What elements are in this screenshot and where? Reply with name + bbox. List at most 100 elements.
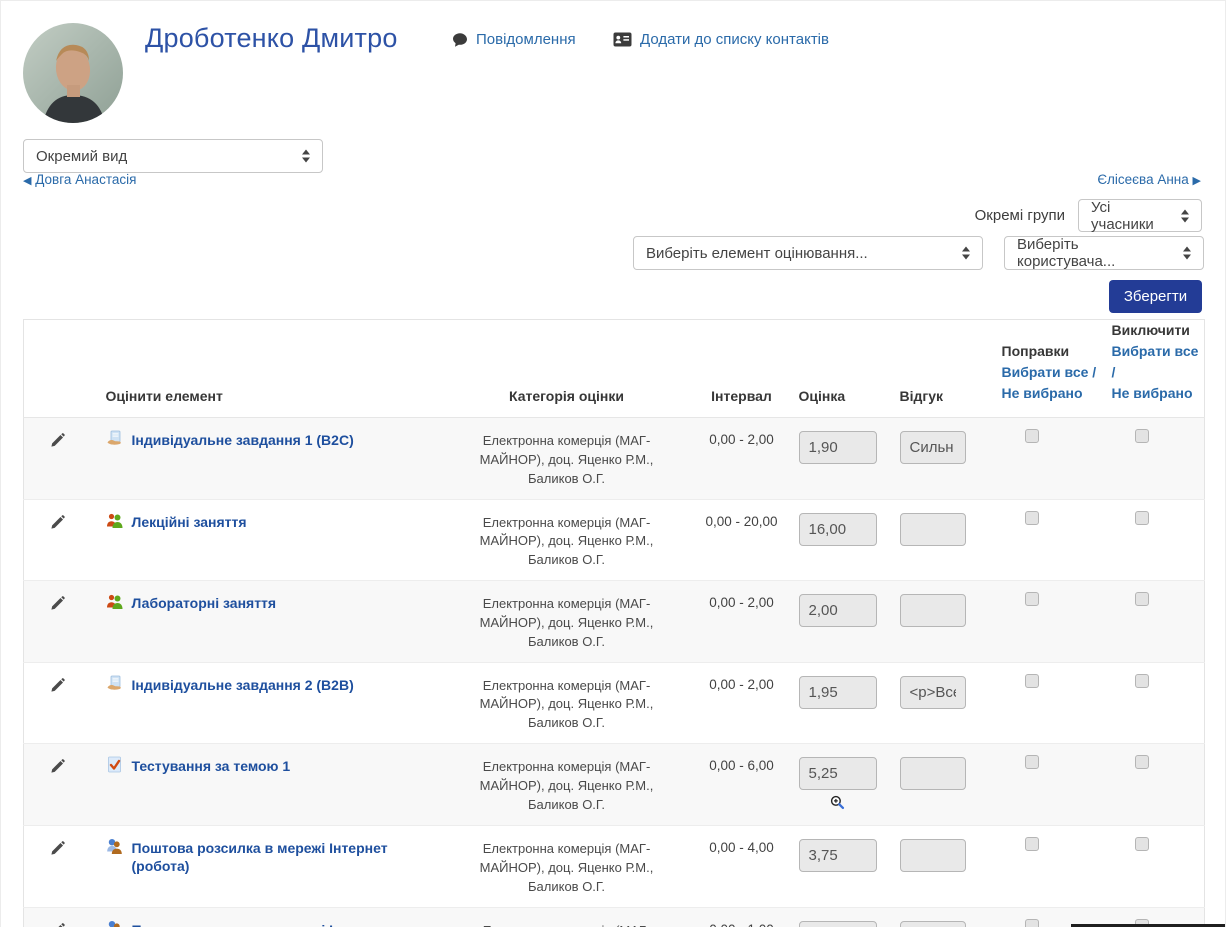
add-contact-link-label: Додати до списку контактів	[640, 31, 829, 48]
edit-grade-icon[interactable]	[50, 759, 65, 779]
exclude-checkbox[interactable]	[1135, 592, 1149, 606]
grade-input[interactable]	[799, 839, 877, 872]
workshop-icon	[106, 920, 123, 927]
override-checkbox[interactable]	[1025, 674, 1039, 688]
assignment-icon	[106, 675, 123, 692]
grade-input[interactable]	[799, 594, 877, 627]
prev-user-link[interactable]: ◀ Довга Анастасія	[23, 172, 136, 187]
header-feedback: Відгук	[897, 320, 992, 418]
category-text: Електронна комерція (МАГ-МАЙНОР), доц. Я…	[471, 757, 663, 815]
range-value: 0,00 - 2,00	[709, 432, 774, 447]
exclude-checkbox[interactable]	[1135, 674, 1149, 688]
category-text: Електронна комерція (МАГ-МАЙНОР), доц. Я…	[471, 921, 663, 927]
edit-grade-icon[interactable]	[50, 515, 65, 535]
grade-table: Оцінити елемент Категорія оцінки Інтерва…	[23, 319, 1205, 927]
user-select-value: Виберіть користувача...	[1017, 236, 1173, 270]
category-text: Електронна комерція (МАГ-МАЙНОР), доц. Я…	[471, 594, 663, 652]
exclude-select-none-link[interactable]: Не вибрано	[1112, 383, 1205, 404]
edit-grade-icon[interactable]	[50, 433, 65, 453]
category-text: Електронна комерція (МАГ-МАЙНОР), доц. Я…	[471, 513, 663, 571]
user-select[interactable]: Виберіть користувача...	[1004, 236, 1204, 270]
edit-grade-icon[interactable]	[50, 678, 65, 698]
prev-arrow-icon: ◀	[23, 175, 31, 187]
category-text: Електронна комерція (МАГ-МАЙНОР), доц. Я…	[471, 839, 663, 897]
quiz-icon	[106, 756, 123, 773]
item-link[interactable]: Індивідуальне завдання 2 (B2B)	[132, 676, 354, 694]
grade-input[interactable]	[799, 921, 877, 927]
exclude-select-all-link[interactable]: Вибрати все /	[1112, 341, 1205, 383]
header-edit	[24, 320, 92, 418]
message-link-label: Повідомлення	[476, 31, 576, 48]
category-text: Електронна комерція (МАГ-МАЙНОР), доц. Я…	[471, 431, 663, 489]
grade-input[interactable]	[799, 757, 877, 790]
override-checkbox[interactable]	[1025, 755, 1039, 769]
groups-label: Окремі групи	[975, 207, 1065, 224]
feedback-input[interactable]	[900, 594, 966, 627]
exclude-checkbox[interactable]	[1135, 511, 1149, 525]
feedback-input[interactable]	[900, 431, 966, 464]
feedback-input[interactable]	[900, 676, 966, 709]
exclude-label: Виключити	[1112, 322, 1190, 338]
feedback-input[interactable]	[900, 757, 966, 790]
add-contact-link[interactable]: Додати до списку контактів	[613, 31, 829, 48]
range-value: 0,00 - 6,00	[709, 758, 774, 773]
table-row: Поштова розсилка в мережі Інтернет (оцін…	[24, 907, 1205, 927]
override-checkbox[interactable]	[1025, 919, 1039, 927]
exclude-checkbox[interactable]	[1135, 429, 1149, 443]
avatar	[23, 23, 123, 123]
feedback-input[interactable]	[900, 839, 966, 872]
grade-input[interactable]	[799, 431, 877, 464]
item-link[interactable]: Лекційні заняття	[132, 513, 247, 531]
single-view-grade-page: Дроботенко Дмитро Повідомлення Додати до…	[0, 0, 1226, 927]
next-user-label: Єлісеєва Анна	[1097, 172, 1188, 187]
grade-item-select[interactable]: Виберіть елемент оцінювання...	[633, 236, 983, 270]
feedback-input[interactable]	[900, 513, 966, 546]
workshop-icon	[106, 838, 123, 855]
table-row: Лекційні заняття Електронна комерція (МА…	[24, 499, 1205, 581]
grade-input[interactable]	[799, 676, 877, 709]
grade-item-select-value: Виберіть елемент оцінювання...	[646, 245, 868, 262]
range-value: 0,00 - 2,00	[709, 595, 774, 610]
edit-grade-icon[interactable]	[50, 841, 65, 861]
override-checkbox[interactable]	[1025, 511, 1039, 525]
zoom-grade-icon[interactable]	[830, 795, 845, 815]
edit-grade-icon[interactable]	[50, 596, 65, 616]
item-link[interactable]: Індивідуальне завдання 1 (B2C)	[132, 431, 354, 449]
exclude-checkbox[interactable]	[1135, 837, 1149, 851]
item-link[interactable]: Лабораторні заняття	[132, 594, 277, 612]
override-select-all-link[interactable]: Вибрати все /	[1002, 362, 1102, 383]
message-bubble-icon	[452, 32, 468, 48]
select-arrows-icon	[962, 247, 971, 260]
edit-grade-icon[interactable]	[50, 923, 65, 927]
exclude-checkbox[interactable]	[1135, 755, 1149, 769]
table-row: Поштова розсилка в мережі Інтернет (робо…	[24, 826, 1205, 908]
select-arrows-icon	[302, 150, 311, 163]
header-override: Поправки Вибрати все / Не вибрано	[992, 320, 1102, 418]
item-link[interactable]: Поштова розсилка в мережі Інтернет (оцін…	[132, 921, 437, 927]
header-exclude: Виключити Вибрати все / Не вибрано	[1102, 320, 1205, 418]
avatar-photo	[23, 23, 123, 123]
feedback-input[interactable]	[900, 921, 966, 927]
range-value: 0,00 - 2,00	[709, 677, 774, 692]
header-grade: Оцінка	[787, 320, 897, 418]
item-link[interactable]: Поштова розсилка в мережі Інтернет (робо…	[132, 839, 437, 875]
message-link[interactable]: Повідомлення	[452, 31, 576, 48]
table-header-row: Оцінити елемент Категорія оцінки Інтерва…	[24, 320, 1205, 418]
save-button[interactable]: Зберегти	[1109, 280, 1202, 313]
group-select-value: Усі учасники	[1091, 199, 1171, 233]
grade-input[interactable]	[799, 513, 877, 546]
view-mode-select[interactable]: Окремий вид	[23, 139, 323, 173]
override-checkbox[interactable]	[1025, 837, 1039, 851]
group-select[interactable]: Усі учасники	[1078, 199, 1202, 232]
groups-row: Окремі групи Усі учасники	[975, 199, 1202, 232]
override-checkbox[interactable]	[1025, 429, 1039, 443]
range-value: 0,00 - 20,00	[705, 514, 777, 529]
table-row: Індивідуальне завдання 1 (B2C) Електронн…	[24, 418, 1205, 500]
item-link[interactable]: Тестування за темою 1	[132, 757, 291, 775]
assignment-icon	[106, 430, 123, 447]
override-checkbox[interactable]	[1025, 592, 1039, 606]
attendance-icon	[106, 593, 123, 610]
category-text: Електронна комерція (МАГ-МАЙНОР), доц. Я…	[471, 676, 663, 734]
next-user-link[interactable]: Єлісеєва Анна ▶	[1097, 172, 1201, 187]
override-select-none-link[interactable]: Не вибрано	[1002, 383, 1102, 404]
